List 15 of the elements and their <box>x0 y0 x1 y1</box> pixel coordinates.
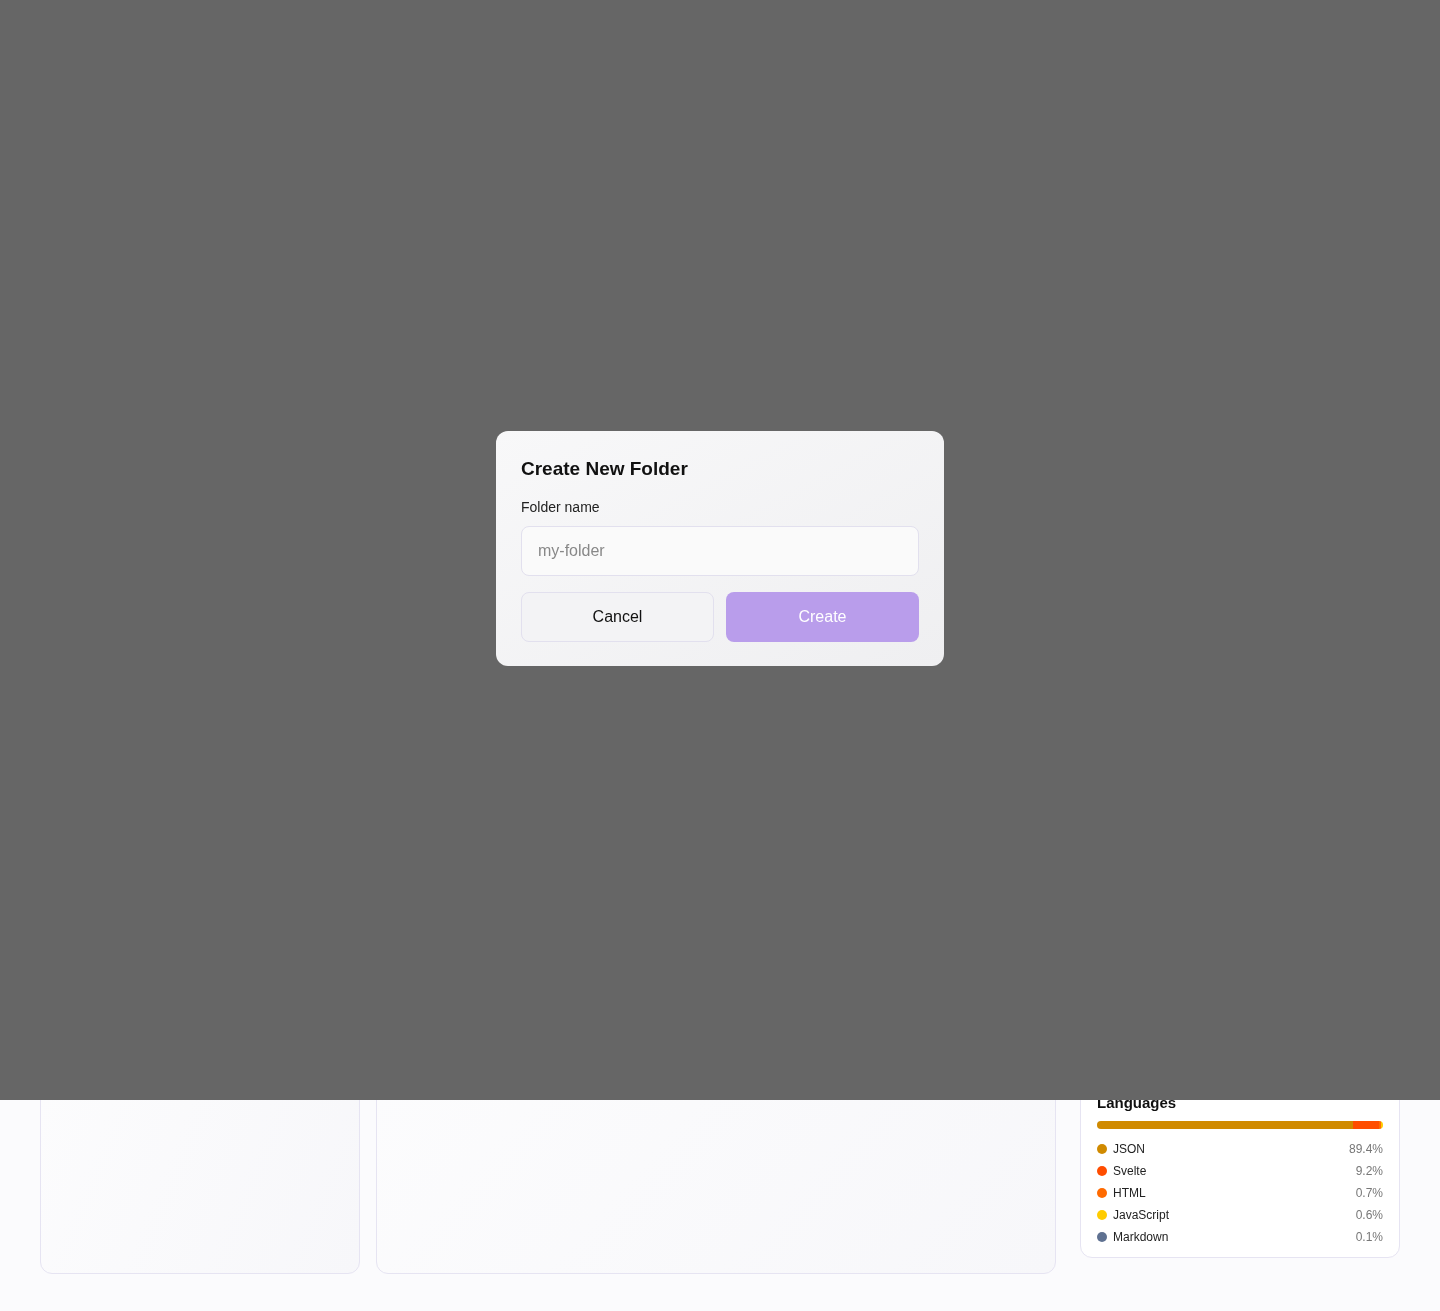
language-name: Svelte <box>1113 1163 1147 1180</box>
language-percent: 0.6% <box>1355 1207 1383 1224</box>
language-percent: 89.4% <box>1348 1141 1383 1158</box>
language-name: HTML <box>1113 1185 1146 1202</box>
language-percent: 0.1% <box>1355 1229 1383 1246</box>
language-percent: 9.2% <box>1355 1163 1383 1180</box>
language-percent: 0.7% <box>1355 1185 1383 1202</box>
language-name: JSON <box>1113 1141 1145 1158</box>
folder-name-input[interactable]: my-folder <box>521 526 919 576</box>
language-name: JavaScript <box>1113 1207 1170 1224</box>
section-title: Languages <box>1097 1095 1178 1111</box>
dialog-title: Create New Folder <box>521 457 689 481</box>
field-label: Folder name <box>521 498 601 517</box>
cancel-button[interactable]: Cancel <box>521 592 714 642</box>
language-name: Markdown <box>1113 1229 1169 1246</box>
